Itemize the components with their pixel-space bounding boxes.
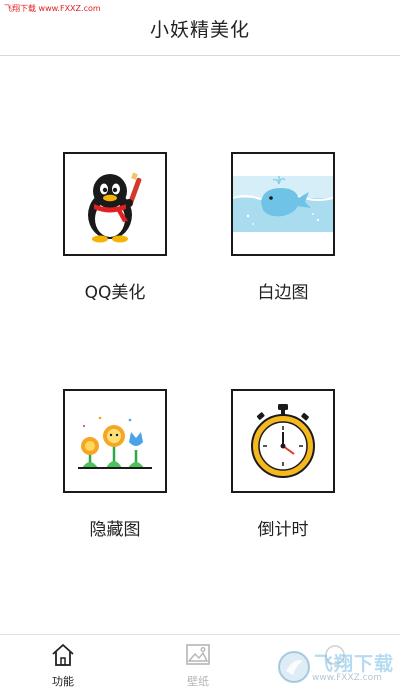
page-title: 小妖精美化 — [149, 19, 250, 41]
watermark-logo: 飞翔下载 www.FXXZ.com — [276, 643, 396, 689]
app-header: 小妖精美化 — [0, 0, 400, 56]
tile-frame — [63, 389, 167, 493]
watermark-logo-text: 飞翔下载 — [314, 653, 395, 675]
qq-penguin-icon — [88, 172, 142, 243]
tab-features[interactable]: 功能 — [33, 643, 93, 689]
whale-icon — [233, 176, 333, 232]
home-icon — [52, 644, 74, 666]
flowers-icon — [78, 416, 152, 469]
tab-wallpaper[interactable]: 壁纸 — [168, 643, 228, 689]
tile-hidden-image[interactable]: 隐藏图 — [45, 389, 185, 540]
tile-frame — [231, 152, 335, 256]
tile-white-border[interactable]: 白边图 — [213, 152, 353, 303]
tile-frame — [63, 152, 167, 256]
image-icon — [186, 644, 210, 665]
tab-label: 功能 — [52, 675, 74, 688]
tile-label: 隐藏图 — [89, 520, 141, 540]
tile-label: QQ美化 — [84, 283, 146, 303]
bottom-tab-bar: 功能 壁纸 飞翔下载 www.FXXZ.com — [0, 634, 400, 691]
tile-frame — [231, 389, 335, 493]
watermark-logo-url: www.FXXZ.com — [312, 673, 382, 683]
tile-qq-beautify[interactable]: QQ美化 — [45, 152, 185, 303]
stopwatch-icon — [251, 404, 315, 478]
tab-label: 壁纸 — [187, 675, 209, 688]
watermark-circle-icon — [278, 651, 310, 683]
tile-label: 白边图 — [257, 283, 309, 303]
tile-label: 倒计时 — [257, 520, 309, 540]
tile-countdown[interactable]: 倒计时 — [213, 389, 353, 540]
